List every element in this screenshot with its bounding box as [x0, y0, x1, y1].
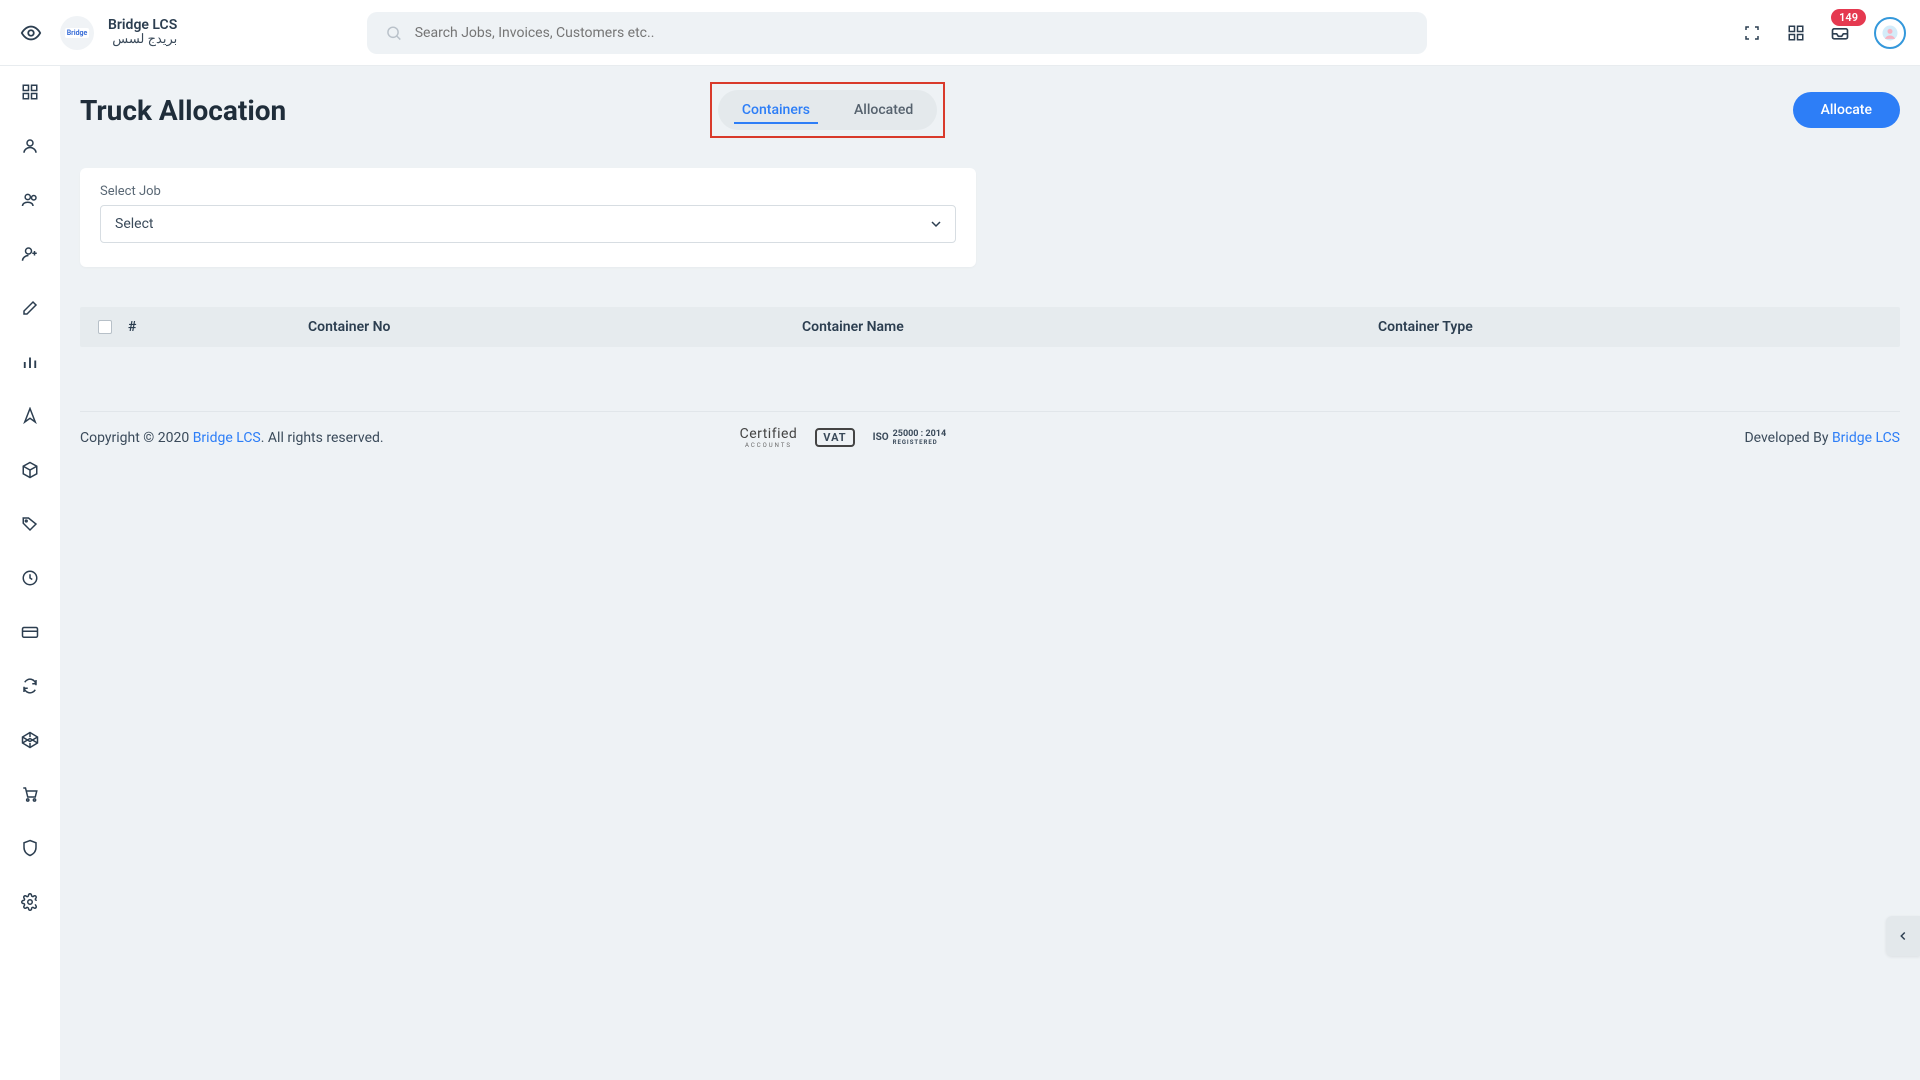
tab-containers[interactable]: Containers	[720, 92, 832, 128]
footer-badges: Certified ACCOUNTS VAT ISO 25000 : 2014 …	[740, 426, 947, 449]
sidebar-item-user[interactable]	[18, 134, 42, 158]
vat-badge: VAT	[815, 428, 854, 447]
user-plus-icon	[21, 245, 39, 263]
tab-allocated[interactable]: Allocated	[832, 92, 935, 128]
search-icon	[385, 24, 402, 42]
notifications-button[interactable]: 149	[1830, 23, 1850, 43]
avatar-icon	[1880, 23, 1900, 43]
user-avatar[interactable]	[1874, 17, 1906, 49]
select-job-dropdown[interactable]: Select	[100, 205, 956, 243]
sidebar-item-reports[interactable]	[18, 350, 42, 374]
table-header-container-no: Container No	[308, 319, 802, 335]
table-header-row: # Container No Container Name Container …	[80, 307, 1900, 347]
iso-badge: ISO 25000 : 2014 REGISTERED	[873, 429, 946, 446]
sidebar-item-add-user[interactable]	[18, 242, 42, 266]
sidebar-item-dashboard[interactable]	[18, 80, 42, 104]
brand-logo[interactable]: Bridge	[60, 16, 94, 50]
gear-icon	[21, 893, 39, 911]
sidebar-item-package[interactable]	[18, 458, 42, 482]
codepen-icon	[21, 731, 39, 749]
users-icon	[21, 191, 39, 209]
dashboard-icon	[21, 83, 39, 101]
bar-chart-icon	[21, 353, 39, 371]
brand-name-en: Bridge LCS	[108, 17, 177, 33]
notification-badge: 149	[1831, 9, 1866, 26]
select-job-card: Select Job Select	[80, 168, 976, 267]
sidebar-item-cart[interactable]	[18, 782, 42, 806]
apps-button[interactable]	[1786, 23, 1806, 43]
sidebar	[0, 66, 60, 1080]
sidebar-item-time[interactable]	[18, 566, 42, 590]
sidebar-item-integrations[interactable]	[18, 728, 42, 752]
tab-highlight-box: Containers Allocated	[710, 82, 945, 138]
certified-badge: Certified ACCOUNTS	[740, 426, 798, 449]
shield-icon	[21, 839, 39, 857]
sidebar-item-security[interactable]	[18, 836, 42, 860]
allocate-button[interactable]: Allocate	[1793, 92, 1900, 128]
search-box[interactable]	[367, 12, 1427, 54]
footer-brand-link[interactable]: Bridge LCS	[193, 430, 261, 446]
select-job-value: Select	[115, 216, 153, 232]
sidebar-item-edit[interactable]	[18, 296, 42, 320]
eye-icon	[20, 22, 42, 44]
collapse-panel-button[interactable]	[1886, 916, 1920, 956]
footer: Copyright © 2020 Bridge LCS. All rights …	[80, 411, 1900, 449]
caret-down-icon	[931, 219, 941, 229]
footer-copyright: Copyright © 2020 Bridge LCS. All rights …	[80, 430, 384, 446]
main-content: Truck Allocation Containers Allocated Al…	[60, 66, 1920, 1080]
credit-card-icon	[21, 623, 39, 641]
sidebar-item-payments[interactable]	[18, 620, 42, 644]
table-header-index: #	[122, 319, 308, 335]
sidebar-item-settings[interactable]	[18, 890, 42, 914]
page-title: Truck Allocation	[80, 94, 286, 127]
fullscreen-icon	[1743, 24, 1761, 42]
footer-developed-by: Developed By Bridge LCS	[1744, 430, 1900, 446]
fullscreen-button[interactable]	[1742, 23, 1762, 43]
package-icon	[21, 461, 39, 479]
page-head: Truck Allocation Containers Allocated Al…	[60, 66, 1920, 138]
refresh-icon	[21, 677, 39, 695]
search-input[interactable]	[415, 25, 1410, 41]
header-right: 149	[1742, 17, 1906, 49]
sidebar-item-navigation[interactable]	[18, 404, 42, 428]
sidebar-item-users[interactable]	[18, 188, 42, 212]
table-header-checkbox[interactable]	[88, 320, 122, 334]
visibility-toggle[interactable]	[14, 22, 48, 44]
chevron-left-icon	[1896, 929, 1910, 943]
brand-text: Bridge LCS بريدج لسس	[108, 17, 177, 48]
clock-icon	[21, 569, 39, 587]
top-header: Bridge Bridge LCS بريدج لسس 149	[0, 0, 1920, 66]
sidebar-item-tag[interactable]	[18, 512, 42, 536]
footer-dev-link[interactable]: Bridge LCS	[1832, 430, 1900, 446]
search-wrap	[367, 12, 1427, 54]
edit-icon	[21, 299, 39, 317]
tag-icon	[21, 515, 39, 533]
apps-grid-icon	[1787, 24, 1805, 42]
containers-table: # Container No Container Name Container …	[80, 307, 1900, 347]
table-header-container-type: Container Type	[1378, 319, 1892, 335]
brand-name-ar: بريدج لسس	[108, 33, 177, 48]
table-header-container-name: Container Name	[802, 319, 1378, 335]
tab-group: Containers Allocated	[718, 90, 937, 130]
user-icon	[21, 137, 39, 155]
select-job-label: Select Job	[100, 184, 956, 199]
inbox-icon	[1830, 23, 1850, 43]
cart-icon	[21, 785, 39, 803]
sidebar-item-sync[interactable]	[18, 674, 42, 698]
navigation-icon	[21, 407, 39, 425]
